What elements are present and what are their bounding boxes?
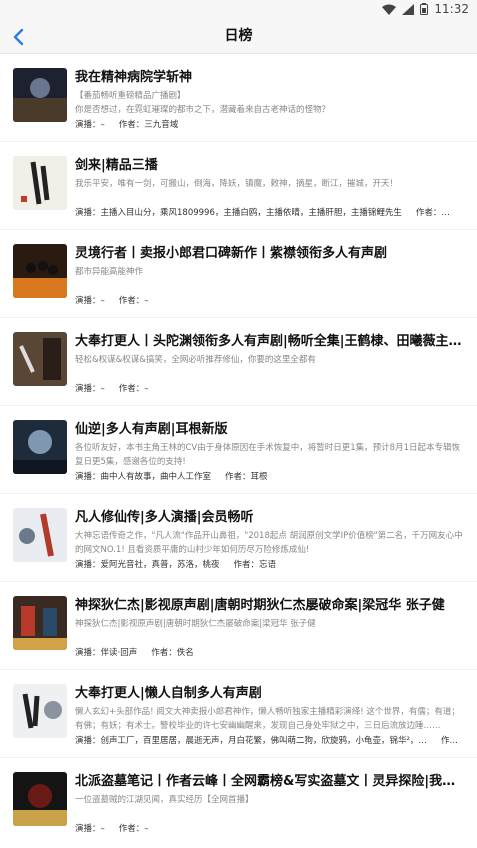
list-item[interactable]: 神探狄仁杰|影视原声剧|唐朝时期狄仁杰屡破命案|梁冠华 张子健 神探狄仁杰|影视… <box>0 582 477 670</box>
item-performer: 创声工厂，百里居居，晨逝无声，月白花繁，佛叫萌二狗，欣旋鸦，小龟壶，锦华²，… <box>100 736 427 746</box>
battery-icon <box>420 3 429 15</box>
item-description: 大神忘语传奇之作，"凡人流"作品开山鼻祖，"2018起点 胡润原创文学IP价值榜… <box>75 531 463 555</box>
item-meta: 演播：– 作者：– <box>75 824 149 834</box>
cover-image <box>13 332 67 386</box>
list-item[interactable]: 大奉打更人丨头陀渊领衔多人有声剧|畅听全集|王鹤棣、田曦薇主演… 轻松&权谋&权… <box>0 318 477 406</box>
item-description: 神探狄仁杰|影视原声剧|唐朝时期狄仁杰屡破命案|梁冠华 张子健 <box>75 619 316 629</box>
item-meta: 演播：爱阿光音社，真普，苏洛，桃夜 作者：忘语 <box>75 560 277 570</box>
item-title: 剑来|精品三播 <box>75 158 158 173</box>
item-author: 三九音域 <box>144 120 179 130</box>
item-author: … <box>441 208 450 218</box>
cover-image <box>13 68 67 122</box>
item-description: 一位盗墓贼的江湖见闻，真实经历【全网首播】 <box>75 795 254 805</box>
item-performer: 曲中人有故事，曲中人工作室 <box>100 472 212 482</box>
item-performer: – <box>100 824 105 834</box>
item-author: 耳根 <box>250 472 268 482</box>
cover-image <box>13 684 67 738</box>
item-performer: 主播入目山分，乘风1809996，主播白鸥，主播依晴，主播肝胆，主播锦鲤先生 <box>100 208 402 218</box>
item-author: – <box>144 296 149 306</box>
status-bar: 11:32 <box>0 0 477 20</box>
list-item[interactable]: 凡人修仙传|多人演播|会员畅听 大神忘语传奇之作，"凡人流"作品开山鼻祖，"20… <box>0 494 477 582</box>
item-meta: 演播：– 作者：三九音域 <box>75 120 179 130</box>
status-time: 11:32 <box>434 2 469 16</box>
item-title: 凡人修仙传|多人演播|会员畅听 <box>75 510 254 525</box>
item-meta: 演播：曲中人有故事，曲中人工作室 作者：耳根 <box>75 472 268 482</box>
item-author: – <box>144 384 149 394</box>
signal-icon <box>402 3 415 15</box>
item-description: 轻松&权谋&权谋&搞笑，全网必听推荐修仙，你要的这里全都有 <box>75 355 316 365</box>
item-performer: – <box>100 384 105 394</box>
item-meta: 演播：– 作者：– <box>75 384 149 394</box>
list-item[interactable]: 仙逆|多人有声剧|耳根新版 各位听友好，本书主角王林的CV由于身体原因在手术恢复… <box>0 406 477 494</box>
item-description: 我乐平安，唯有一剑，可搬山，倒海，降妖，镇魔，敕神，摘星，断江，摧城，开天！ <box>75 179 399 189</box>
item-title: 神探狄仁杰|影视原声剧|唐朝时期狄仁杰屡破命案|梁冠华 张子健 <box>75 598 445 613</box>
item-performer: 伴读·回声 <box>100 648 138 658</box>
cover-image <box>13 420 67 474</box>
cover-image <box>13 772 67 826</box>
item-performer: 爱阿光音社，真普，苏洛，桃夜 <box>100 560 220 570</box>
cover-image <box>13 508 67 562</box>
cover-image <box>13 244 67 298</box>
item-title: 大奉打更人|懒人自制多人有声剧 <box>75 686 262 701</box>
item-description: 懒人玄幻+头部作品! 阅文大神卖报小郎君神作，懒人畅听独家主播精彩演绎! 这个世… <box>75 707 460 731</box>
cover-image <box>13 156 67 210</box>
item-performer: – <box>100 296 105 306</box>
item-meta: 演播：主播入目山分，乘风1809996，主播白鸥，主播依晴，主播肝胆，主播锦鲤先… <box>75 208 450 218</box>
item-meta: 演播：– 作者：– <box>75 296 149 306</box>
list-item[interactable]: 大奉打更人|懒人自制多人有声剧 懒人玄幻+头部作品! 阅文大神卖报小郎君神作，懒… <box>0 670 477 758</box>
wifi-icon <box>382 4 397 15</box>
item-title: 大奉打更人丨头陀渊领衔多人有声剧|畅听全集|王鹤棣、田曦薇主演… <box>75 334 465 349</box>
list-item[interactable]: 剑来|精品三播 我乐平安，唯有一剑，可搬山，倒海，降妖，镇魔，敕神，摘星，断江，… <box>0 142 477 230</box>
list-item[interactable]: 我在精神病院学斩神 【番茄畅听重磅精品广播剧】 你是否想过，在霓虹璀璨的都市之下… <box>0 54 477 142</box>
cover-image <box>13 596 67 650</box>
item-title: 北派盗墓笔记丨作者云峰丨全网霸榜&写实盗墓文丨灵异探险|我在地底… <box>75 774 465 789</box>
item-author: – <box>144 824 149 834</box>
list-item[interactable]: 北派盗墓笔记丨作者云峰丨全网霸榜&写实盗墓文丨灵异探险|我在地底… 一位盗墓贼的… <box>0 758 477 846</box>
item-meta: 演播：创声工厂，百里居居，晨逝无声，月白花繁，佛叫萌二狗，欣旋鸦，小龟壶，锦华²… <box>75 736 465 746</box>
item-author: 忘语 <box>259 560 277 570</box>
item-meta: 演播：伴读·回声 作者：佚名 <box>75 648 194 658</box>
item-description: 【番茄畅听重磅精品广播剧】 你是否想过，在霓虹璀璨的都市之下，潜藏着来自古老神话… <box>75 91 331 115</box>
list-item[interactable]: 灵境行者丨卖报小郎君口碑新作丨紫襟领衔多人有声剧 都市异能高能神作 演播：– 作者… <box>0 230 477 318</box>
item-description: 都市异能高能神作 <box>75 267 144 277</box>
page-title: 日榜 <box>224 28 253 44</box>
item-description: 各位听友好，本书主角王林的CV由于身体原因在手术恢复中，将暂时日更1集，预计8月… <box>75 443 460 467</box>
item-author: 佚名 <box>176 648 194 658</box>
item-title: 灵境行者丨卖报小郎君口碑新作丨紫襟领衔多人有声剧 <box>75 246 388 261</box>
item-title: 我在精神病院学斩神 <box>75 70 193 85</box>
item-title: 仙逆|多人有声剧|耳根新版 <box>75 422 228 437</box>
item-performer: – <box>100 120 105 130</box>
header: 日榜 <box>0 20 477 54</box>
